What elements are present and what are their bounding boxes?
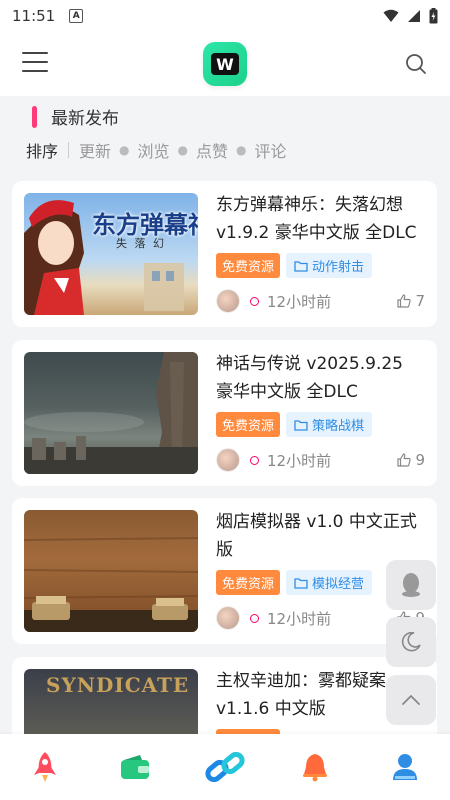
like-value: 7 [415, 292, 425, 310]
post-meta: 12小时前 9 [216, 448, 425, 472]
post-info: 东方弹幕神乐：失落幻想 v1.9.2 豪华中文版 全DLC 免费资源 动作射击 … [216, 193, 425, 315]
post-card[interactable]: 神话与传说 v2025.9.25 豪华中文版 全DLC 免费资源 策略战棋 12… [12, 340, 437, 486]
thumbs-up-icon [397, 453, 412, 467]
app-header: W [0, 32, 450, 96]
sort-option-likes[interactable]: 点赞 [196, 138, 228, 162]
sort-divider [68, 142, 70, 158]
thumbs-up-icon [397, 294, 412, 308]
back-to-top-button[interactable] [386, 675, 436, 725]
nav-tab-wallet[interactable] [105, 742, 165, 792]
post-title[interactable]: 东方弹幕神乐：失落幻想 v1.9.2 豪华中文版 全DLC [216, 191, 425, 247]
avatar[interactable] [216, 448, 240, 472]
post-time: 12小时前 [267, 609, 332, 628]
free-tag[interactable]: 免费资源 [216, 570, 281, 595]
post-meta: 12小时前 7 [216, 289, 425, 313]
post-thumbnail[interactable] [24, 352, 198, 474]
status-bar: 11:51 A [0, 0, 450, 32]
bell-icon [303, 754, 327, 782]
section-accent-bar [32, 105, 37, 128]
rocket-icon [34, 752, 56, 782]
folder-icon [294, 577, 308, 589]
nav-tab-profile[interactable] [375, 742, 435, 792]
time-dot-icon [250, 296, 259, 306]
logo-icon[interactable]: W [203, 42, 247, 86]
dark-mode-button[interactable] [386, 617, 436, 667]
free-tag[interactable]: 免费资源 [216, 412, 281, 437]
post-title[interactable]: 神话与传说 v2025.9.25 豪华中文版 全DLC [216, 350, 425, 406]
nav-tab-bell[interactable] [285, 742, 345, 792]
post-tags: 免费资源 策略战棋 [216, 412, 373, 437]
nav-tab-rocket[interactable] [15, 742, 75, 792]
time-dot-icon [250, 613, 259, 623]
section-title: 最新发布 [51, 109, 119, 129]
chevron-up-icon [402, 695, 420, 705]
category-tag[interactable]: 策略战棋 [286, 412, 373, 437]
like-count[interactable]: 7 [396, 292, 425, 310]
a-notification-icon: A [69, 9, 84, 23]
free-tag[interactable]: 免费资源 [216, 253, 281, 278]
sort-option-views[interactable]: 浏览 [138, 138, 170, 162]
post-thumbnail[interactable]: 东方弹幕神 失 落 幻 [24, 193, 198, 315]
post-tags: 免费资源 模拟经营 [216, 570, 373, 595]
cliff-illustration [24, 352, 198, 474]
thumb-subtitle-art: 失 落 幻 [116, 237, 166, 250]
battery-icon [429, 8, 438, 24]
like-value: 9 [415, 451, 425, 469]
table-illustration [24, 537, 198, 632]
sort-option-comments[interactable]: 评论 [255, 138, 287, 162]
category-tag[interactable]: 模拟经营 [286, 570, 373, 595]
post-title[interactable]: 烟店模拟器 v1.0 中文正式版 [216, 508, 425, 564]
category-label: 模拟经营 [312, 577, 365, 592]
post-time: 12小时前 [267, 451, 332, 470]
menu-icon[interactable] [22, 52, 48, 74]
time-dot-icon [250, 455, 259, 465]
user-icon [393, 754, 417, 780]
thumb-title-art: SYNDICATE [46, 673, 190, 697]
like-count[interactable]: 9 [396, 451, 425, 469]
category-tag[interactable]: 动作射击 [286, 253, 373, 278]
avatar[interactable] [216, 606, 240, 630]
post-tags: 免费资源 动作射击 [216, 253, 373, 278]
qq-share-button[interactable] [386, 560, 436, 610]
avatar[interactable] [216, 289, 240, 313]
post-card[interactable]: 烟店模拟器 v1.0 中文正式版 免费资源 模拟经营 12小时前 9 [12, 498, 437, 644]
post-info: 神话与传说 v2025.9.25 豪华中文版 全DLC 免费资源 策略战棋 12… [216, 352, 425, 474]
category-label: 动作射击 [312, 260, 365, 275]
link-icon [205, 751, 245, 783]
sort-option-update[interactable]: 更新 [79, 138, 111, 162]
section-header: 最新发布 [32, 104, 119, 129]
nav-tab-link[interactable] [195, 742, 255, 792]
sort-label: 排序 [26, 142, 59, 161]
post-card[interactable]: 东方弹幕神 失 落 幻 东方弹幕神乐：失落幻想 v1.9.2 豪华中文版 全DL… [12, 181, 437, 327]
search-icon[interactable] [404, 52, 428, 76]
moon-icon [401, 631, 421, 652]
wifi-icon [383, 9, 399, 22]
qq-icon [402, 573, 420, 597]
sort-bar: 排序 更新 ● 浏览 ● 点赞 ● 评论 [26, 138, 287, 162]
bottom-nav [0, 734, 450, 800]
signal-icon [408, 10, 420, 22]
post-time: 12小时前 [267, 292, 332, 311]
category-label: 策略战棋 [312, 419, 365, 434]
wallet-icon [121, 755, 149, 779]
post-thumbnail[interactable] [24, 510, 198, 632]
folder-icon [294, 419, 308, 431]
status-icons [383, 8, 438, 24]
folder-icon [294, 260, 308, 272]
status-time: 11:51 [12, 7, 56, 25]
